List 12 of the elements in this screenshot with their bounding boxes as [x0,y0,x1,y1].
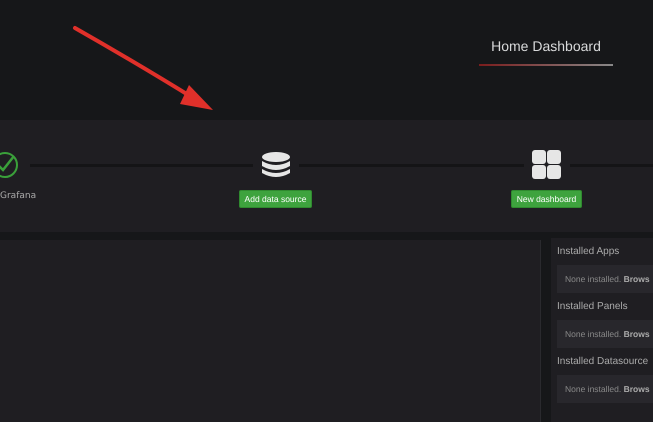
grid-icon [532,150,562,180]
section-heading: Installed Apps [557,246,620,257]
empty-message: None installed. Brows [557,265,653,293]
step-label: Grafana [0,191,36,201]
step-button[interactable]: New dashboard [510,190,582,208]
section-heading: Installed Datasource [557,356,650,367]
database-icon [260,151,290,179]
step-button[interactable]: Add data source [238,190,312,208]
dashboard-title: Home Dashboard [490,38,602,54]
empty-message: None installed. Brows [557,320,653,348]
empty-message: None installed. Brows [557,375,653,403]
section-heading: Installed Panels [557,301,629,312]
